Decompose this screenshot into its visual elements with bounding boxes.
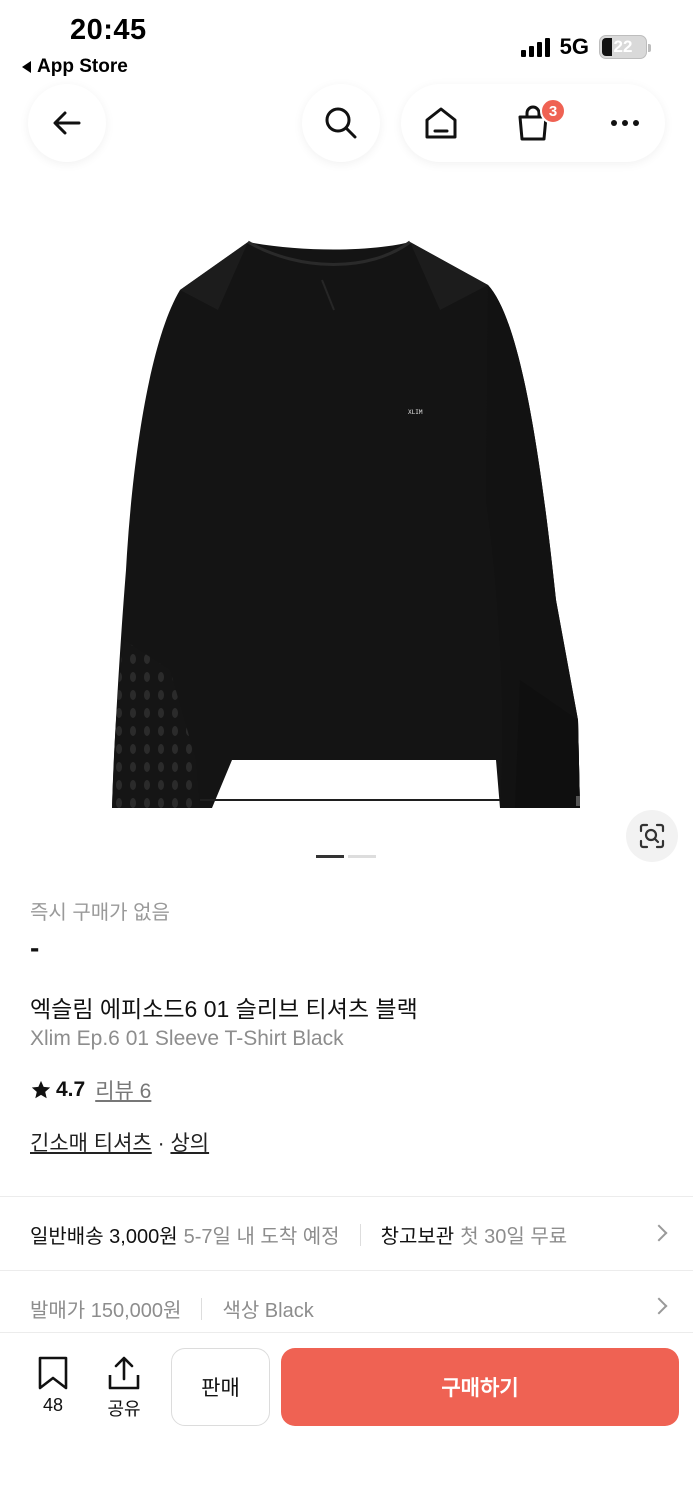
- signal-icon: [520, 37, 550, 57]
- product-title-ko: 엑슬림 에피소드6 01 슬리브 티셔츠 블랙: [30, 996, 418, 1022]
- shipping-row[interactable]: 일반배송 3,000원 5-7일 내 도착 예정 창고보관 첫 30일 무료: [30, 1220, 567, 1249]
- instant-purchase-label: 즉시 구매가 없음: [30, 902, 170, 924]
- share-icon: [108, 1356, 140, 1390]
- back-to-app-store[interactable]: App Store: [22, 56, 128, 78]
- home-button[interactable]: [402, 84, 480, 162]
- meta-separator: [201, 1297, 203, 1320]
- image-search-button[interactable]: [626, 810, 678, 862]
- wishlist-count: 48: [42, 1395, 64, 1415]
- storage-note: 첫 30일 무료: [460, 1226, 568, 1248]
- more-dots-icon: [611, 120, 639, 126]
- shirt-logo-text: XLIM: [408, 409, 423, 416]
- meta-chevron-icon[interactable]: [650, 1297, 668, 1315]
- meta-row[interactable]: 발매가 150,000원 색상 Black: [30, 1294, 314, 1323]
- rating-score: 4.7: [56, 1078, 86, 1101]
- divider: [0, 1270, 693, 1271]
- category-top-link[interactable]: 상의: [170, 1132, 209, 1155]
- shipping-label: 일반배송 3,000원: [30, 1226, 178, 1248]
- image-pager: [316, 855, 376, 858]
- product-image[interactable]: XLIM: [0, 200, 693, 850]
- instant-price: -: [30, 932, 40, 963]
- search-icon: [325, 107, 357, 139]
- back-triangle-icon: [22, 61, 31, 73]
- divider: [0, 1196, 693, 1197]
- pager-dot: [348, 855, 376, 858]
- lens-icon: [639, 823, 665, 849]
- color-label: 색상 Black: [222, 1300, 314, 1322]
- status-time: 20:45: [70, 14, 147, 46]
- cart-button[interactable]: 3: [494, 84, 572, 162]
- star-icon: [31, 1080, 51, 1099]
- rating: 4.7 리뷰 6: [30, 1075, 151, 1105]
- wishlist-button[interactable]: 48: [36, 1355, 70, 1416]
- bookmark-icon: [38, 1356, 68, 1390]
- share-button[interactable]: 공유: [106, 1355, 142, 1421]
- status-indicators: 5G 22: [520, 34, 651, 60]
- home-icon: [425, 107, 457, 139]
- buy-button[interactable]: 구매하기: [281, 1348, 679, 1426]
- back-button[interactable]: [28, 84, 106, 162]
- category-long-sleeve-link[interactable]: 긴소매 티셔츠: [30, 1132, 152, 1155]
- back-app-label: App Store: [37, 56, 128, 77]
- status-bar: 20:45 App Store 5G 22: [0, 0, 693, 80]
- shipping-chevron-icon[interactable]: [650, 1224, 668, 1242]
- shipping-eta: 5-7일 내 도착 예정: [183, 1226, 340, 1248]
- category-breadcrumb: 긴소매 티셔츠 · 상의: [30, 1127, 209, 1157]
- network-label: 5G: [559, 34, 589, 59]
- battery-level: 22: [613, 37, 633, 56]
- sell-button[interactable]: 판매: [171, 1348, 270, 1426]
- storage-label: 창고보관: [380, 1226, 455, 1248]
- search-button[interactable]: [302, 84, 380, 162]
- shipping-separator: [359, 1223, 361, 1246]
- more-button[interactable]: [586, 84, 664, 162]
- product-title-en: Xlim Ep.6 01 Sleeve T-Shirt Black: [30, 1027, 344, 1050]
- product-shirt-image: XLIM: [112, 240, 580, 808]
- bottom-action-bar: 48 공유 판매 구매하기: [0, 1332, 693, 1500]
- release-price: 발매가 150,000원: [30, 1300, 182, 1322]
- arrow-left-icon: [53, 111, 81, 135]
- pager-dot-active: [316, 855, 344, 858]
- category-separator: ·: [157, 1132, 165, 1155]
- battery-icon: 22: [599, 35, 651, 59]
- nav-actions-pill: 3: [401, 84, 665, 162]
- reviews-link[interactable]: 리뷰 6: [95, 1075, 151, 1105]
- share-label: 공유: [107, 1399, 141, 1419]
- cart-count-badge: 3: [540, 98, 566, 124]
